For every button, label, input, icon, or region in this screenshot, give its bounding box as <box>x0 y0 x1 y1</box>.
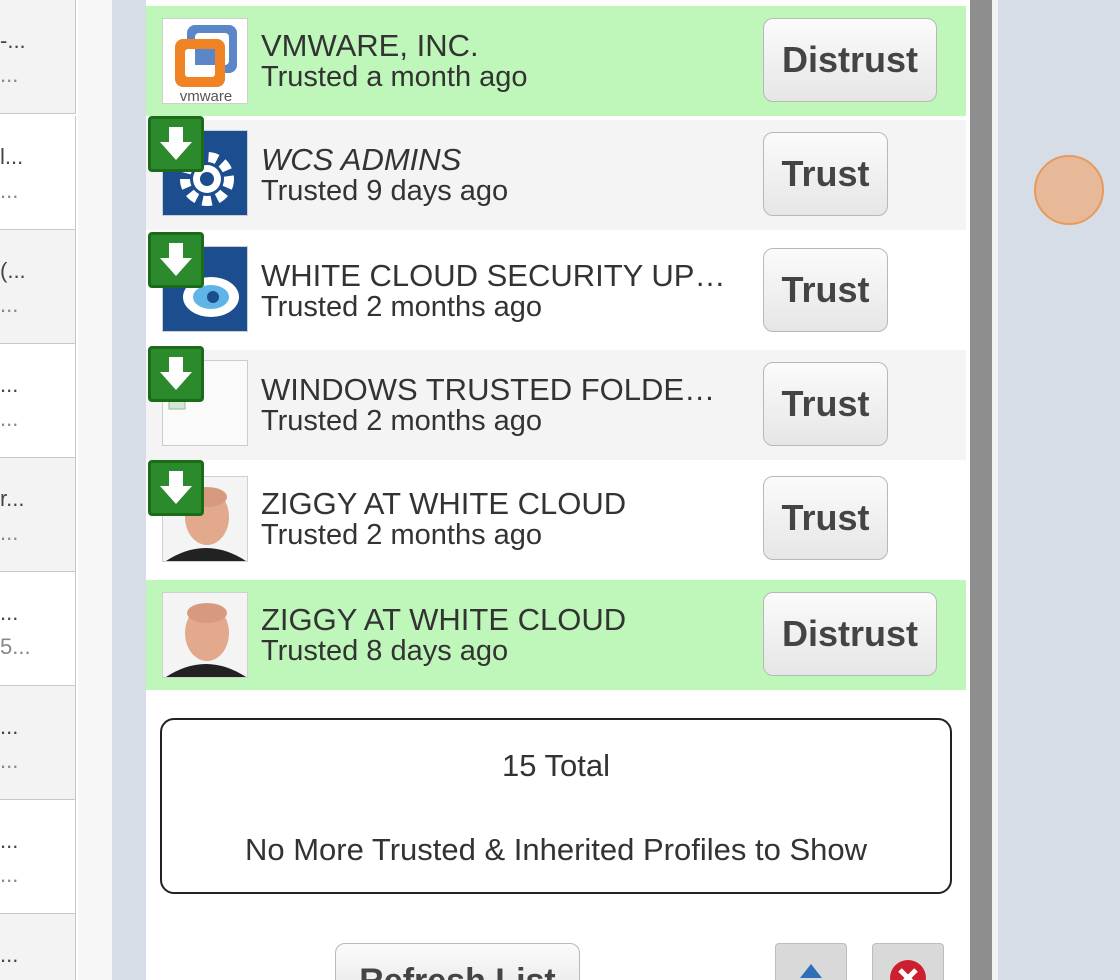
divider <box>112 0 146 980</box>
left-list-item-text: ... <box>0 372 19 397</box>
left-list-item-subtext: ... <box>0 406 19 431</box>
profile-name: ZIGGY AT WHITE CLOUD <box>261 602 627 637</box>
left-list-item[interactable]: r...... <box>0 458 76 572</box>
download-arrow-icon <box>148 116 204 172</box>
left-list-item-subtext: ... <box>0 520 19 545</box>
refresh-list-button[interactable]: Refresh List <box>335 943 580 980</box>
left-list-column: -...... l...... (...... ...... r...... .… <box>0 0 78 980</box>
left-list-item-text: ... <box>0 942 19 967</box>
profile-row: ZIGGY AT WHITE CLOUD Trusted 2 months ag… <box>146 460 966 574</box>
profile-status: Trusted 2 months ago <box>261 405 543 437</box>
profile-status: Trusted 2 months ago <box>261 291 543 323</box>
left-list-item-subtext: ... <box>0 748 19 773</box>
left-list-item[interactable]: ... 5... <box>0 572 76 686</box>
trust-button[interactable]: Trust <box>763 248 888 332</box>
trust-button[interactable]: Trust <box>763 476 888 560</box>
total-count: 15 Total <box>501 748 610 783</box>
left-list-item-subtext: ... <box>0 62 19 87</box>
left-list-item-subtext: 5... <box>0 634 31 659</box>
panel-scrollbar[interactable] <box>970 0 992 980</box>
profile-row: WINDOWS TRUSTED FOLDE… Trusted 2 months … <box>146 346 966 460</box>
profile-name: WINDOWS TRUSTED FOLDE… <box>261 372 716 407</box>
vmware-logo-icon: vmware <box>162 18 248 104</box>
close-icon <box>890 960 926 980</box>
divider <box>992 0 998 980</box>
svg-text:vmware: vmware <box>180 88 233 104</box>
distrust-button[interactable]: Distrust <box>763 18 937 102</box>
profile-name: ZIGGY AT WHITE CLOUD <box>261 486 627 521</box>
scroll-top-button[interactable] <box>775 943 847 980</box>
left-list-item-subtext: ... <box>0 862 19 887</box>
up-arrow-icon <box>800 964 822 978</box>
left-list-item[interactable]: ...... <box>0 344 76 458</box>
left-list-item-subtext: ... <box>0 178 19 203</box>
left-list-item-text: (... <box>0 258 26 283</box>
cursor-indicator <box>1034 155 1104 225</box>
profile-name: VMWARE, INC. <box>261 28 479 63</box>
close-button[interactable] <box>872 943 944 980</box>
profile-name: WHITE CLOUD SECURITY UP… <box>261 258 726 293</box>
profile-status: Trusted 8 days ago <box>261 635 509 667</box>
divider <box>78 0 112 980</box>
trust-button[interactable]: Trust <box>763 132 888 216</box>
profile-row: ZIGGY AT WHITE CLOUD Trusted 8 days ago … <box>146 580 966 690</box>
no-more-message: No More Trusted & Inherited Profiles to … <box>244 832 867 867</box>
profile-row: WHITE CLOUD SECURITY UP… Trusted 2 month… <box>146 232 966 346</box>
summary-box: 15 Total No More Trusted & Inherited Pro… <box>160 718 952 894</box>
left-list-item-subtext: ... <box>0 976 76 980</box>
distrust-button[interactable]: Distrust <box>763 592 937 676</box>
left-list-item[interactable]: (...... <box>0 230 76 344</box>
profile-status: Trusted 2 months ago <box>261 519 543 551</box>
profile-name: WCS ADMINS <box>261 142 462 177</box>
avatar <box>162 592 248 678</box>
left-list-item[interactable]: -...... <box>0 0 76 114</box>
download-arrow-icon <box>148 232 204 288</box>
download-arrow-icon <box>148 346 204 402</box>
left-list-item[interactable]: l...... <box>0 116 76 230</box>
left-list-item-text: ... <box>0 714 19 739</box>
profile-row: vmware VMWARE, INC. Trusted a month ago … <box>146 6 966 116</box>
left-list-item[interactable]: ...... <box>0 686 76 800</box>
left-list-item[interactable]: ...... <box>0 800 76 914</box>
left-list-item-text: r... <box>0 486 25 511</box>
profile-row: WCS ADMINS Trusted 9 days ago Trust <box>146 116 966 230</box>
left-list-item-text: l... <box>0 144 24 169</box>
trust-button[interactable]: Trust <box>763 362 888 446</box>
left-list-item-subtext: ... <box>0 292 19 317</box>
left-list-item-text: ... <box>0 828 19 853</box>
left-list-item[interactable]: ...... <box>0 914 76 980</box>
profile-status: Trusted 9 days ago <box>261 175 509 207</box>
download-arrow-icon <box>148 460 204 516</box>
left-list-item-text: ... <box>0 600 19 625</box>
left-list-item-text: -... <box>0 28 26 53</box>
profile-status: Trusted a month ago <box>261 61 528 93</box>
